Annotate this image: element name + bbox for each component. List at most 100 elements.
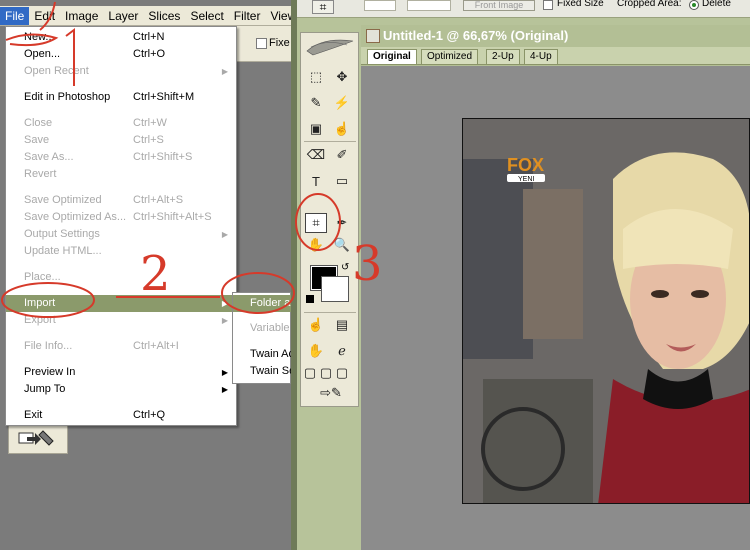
- submenu-arrow-icon: ▶: [221, 230, 228, 239]
- submenu-item-variable[interactable]: Variable: [233, 320, 291, 337]
- eraser-tool-icon[interactable]: ⌫: [305, 145, 327, 165]
- menu-item-update-html[interactable]: Update HTML...: [6, 243, 236, 260]
- type-tool-icon[interactable]: T: [305, 171, 327, 191]
- menu-select[interactable]: Select: [185, 7, 228, 25]
- magic-wand-icon[interactable]: ⚡: [331, 93, 353, 113]
- menu-item-label: Save: [24, 134, 50, 146]
- menu-item-save-optimized-as[interactable]: Save Optimized As... Ctrl+Shift+Alt+S: [6, 209, 236, 226]
- fixed-size-label: Fixed Size: [557, 0, 604, 9]
- menu-item-label: Import: [24, 297, 56, 309]
- menu-item-label: Open Recent: [24, 65, 89, 77]
- menu-item-save-as[interactable]: Save As... Ctrl+Shift+S: [6, 149, 236, 166]
- default-colors-icon[interactable]: [306, 295, 314, 303]
- menu-item-file-info[interactable]: File Info... Ctrl+Alt+I: [6, 338, 236, 355]
- background-color-swatch[interactable]: [321, 276, 349, 302]
- tools-palette: ⬚ ✥ ✎ ⚡ ▣ ☝ ⌫ ✐ T ▭ ⌗ ✒ ✋ 🔍 ↺ ☝ ▤ ✋ ℯ ▢ …: [300, 32, 359, 407]
- export-icon[interactable]: [17, 427, 57, 447]
- menu-item-import[interactable]: Import ▶: [6, 295, 236, 312]
- menu-item-shortcut: Ctrl+W: [133, 117, 167, 129]
- submenu-item-twain-acquire[interactable]: Twain Ac: [233, 346, 291, 363]
- menu-image[interactable]: Image: [60, 7, 103, 25]
- crop-tool-icon[interactable]: ⌗: [305, 213, 327, 233]
- menu-item-label: Close: [24, 117, 53, 129]
- submenu-item-folder[interactable]: Folder a: [233, 295, 291, 312]
- tab-original[interactable]: Original: [367, 49, 417, 64]
- menu-slices[interactable]: Slices: [143, 7, 185, 25]
- menu-item-open[interactable]: Open... Ctrl+O: [6, 46, 236, 63]
- menu-filter[interactable]: Filter: [229, 7, 266, 25]
- fixed-checkbox[interactable]: [256, 38, 267, 49]
- document-title-bar[interactable]: Untitled-1 @ 66,67% (Original): [361, 25, 750, 47]
- hand-pointer-icon[interactable]: ☝: [331, 119, 353, 139]
- menubar: File Edit Image Layer Slices Select Filt…: [0, 6, 296, 26]
- hand-tool-icon[interactable]: ✋: [305, 235, 327, 255]
- menu-item-label: New...: [24, 31, 55, 43]
- fox-logo-icon: FOX YENI: [507, 155, 545, 183]
- menu-item-new[interactable]: New... Ctrl+N: [6, 29, 236, 46]
- menu-item-label: Jump To: [24, 383, 66, 395]
- menu-edit[interactable]: Edit: [29, 7, 60, 25]
- menu-layer[interactable]: Layer: [103, 7, 143, 25]
- menu-separator: [8, 358, 234, 359]
- menu-item-exit[interactable]: Exit Ctrl+Q: [6, 407, 236, 424]
- menu-item-label: Edit in Photoshop: [24, 91, 111, 103]
- crop-icon: ⌗: [312, 0, 334, 14]
- document-tabs: Original Optimized 2-Up 4-Up: [361, 47, 750, 65]
- rectangle-tool-icon[interactable]: ▭: [331, 171, 353, 191]
- swap-colors-icon[interactable]: ↺: [341, 262, 349, 273]
- menu-item-jump-to[interactable]: Jump To ▶: [6, 381, 236, 398]
- menu-item-label: Update HTML...: [24, 245, 102, 257]
- menu-item-label: Save Optimized As...: [24, 211, 127, 223]
- slice-tool-icon[interactable]: ▣: [305, 119, 327, 139]
- move-tool-icon[interactable]: ✥: [331, 67, 353, 87]
- preview-in-browser-icon[interactable]: ℯ: [331, 341, 353, 361]
- screen-mode-standard-icon[interactable]: ▢: [303, 363, 317, 383]
- menu-file[interactable]: File: [0, 6, 30, 25]
- eyedropper-tool-icon[interactable]: ✒: [331, 213, 353, 233]
- menu-item-close[interactable]: Close Ctrl+W: [6, 115, 236, 132]
- menu-item-preview-in[interactable]: Preview In ▶: [6, 364, 236, 381]
- menu-item-output-settings[interactable]: Output Settings ▶: [6, 226, 236, 243]
- menu-item-label: Save As...: [24, 151, 74, 163]
- menu-item-shortcut: Ctrl+S: [133, 134, 164, 146]
- screen-mode-full-icon[interactable]: ▢: [335, 363, 349, 383]
- screen-mode-full-menu-icon[interactable]: ▢: [319, 363, 333, 383]
- document-title: Untitled-1 @ 66,67% (Original): [383, 28, 569, 43]
- menu-separator: [8, 263, 234, 264]
- fixed-size-checkbox[interactable]: [543, 0, 553, 10]
- brush-tool-icon[interactable]: ✐: [331, 145, 353, 165]
- menu-item-save-optimized[interactable]: Save Optimized Ctrl+Alt+S: [6, 192, 236, 209]
- menu-item-save[interactable]: Save Ctrl+S: [6, 132, 236, 149]
- menu-item-open-recent[interactable]: Open Recent ▶: [6, 63, 236, 80]
- menu-item-place[interactable]: Place...: [6, 269, 236, 286]
- tools-divider: [304, 312, 356, 313]
- cropped-area-label: Cropped Area:: [617, 0, 682, 9]
- width-field[interactable]: [364, 0, 396, 11]
- photo-image[interactable]: FOX YENI: [462, 118, 750, 504]
- lasso-tool-icon[interactable]: ✎: [305, 93, 327, 113]
- import-submenu: Folder a Variable Twain Ac Twain Se: [232, 292, 291, 384]
- front-image-button[interactable]: Front Image: [463, 0, 535, 11]
- rollover-preview-icon[interactable]: ✋: [305, 341, 327, 361]
- jump-to-photoshop-icon[interactable]: ⇨✎: [311, 383, 351, 403]
- canvas-area[interactable]: FOX YENI: [361, 66, 750, 550]
- tab-2-up[interactable]: 2-Up: [486, 49, 520, 64]
- menu-separator: [8, 109, 234, 110]
- zoom-tool-icon[interactable]: 🔍: [331, 235, 353, 255]
- tab-4-up[interactable]: 4-Up: [524, 49, 558, 64]
- delete-radio[interactable]: [689, 0, 699, 10]
- tab-optimized[interactable]: Optimized: [421, 49, 479, 64]
- menu-item-export[interactable]: Export ▶: [6, 312, 236, 329]
- height-field[interactable]: [407, 0, 451, 11]
- marquee-tool-icon[interactable]: ⬚: [305, 67, 327, 87]
- menu-item-revert[interactable]: Revert: [6, 166, 236, 183]
- menu-separator: [8, 186, 234, 187]
- svg-text:FOX: FOX: [507, 155, 544, 175]
- toggle-slices-icon[interactable]: ☝: [305, 315, 327, 335]
- menu-item-edit-in-photoshop[interactable]: Edit in Photoshop Ctrl+Shift+M: [6, 89, 236, 106]
- toggle-image-maps-icon[interactable]: ▤: [331, 315, 353, 335]
- submenu-item-twain-select[interactable]: Twain Se: [233, 363, 291, 380]
- svg-text:YENI: YENI: [518, 176, 534, 183]
- submenu-arrow-icon: ▶: [221, 299, 228, 308]
- menu-separator: [8, 332, 234, 333]
